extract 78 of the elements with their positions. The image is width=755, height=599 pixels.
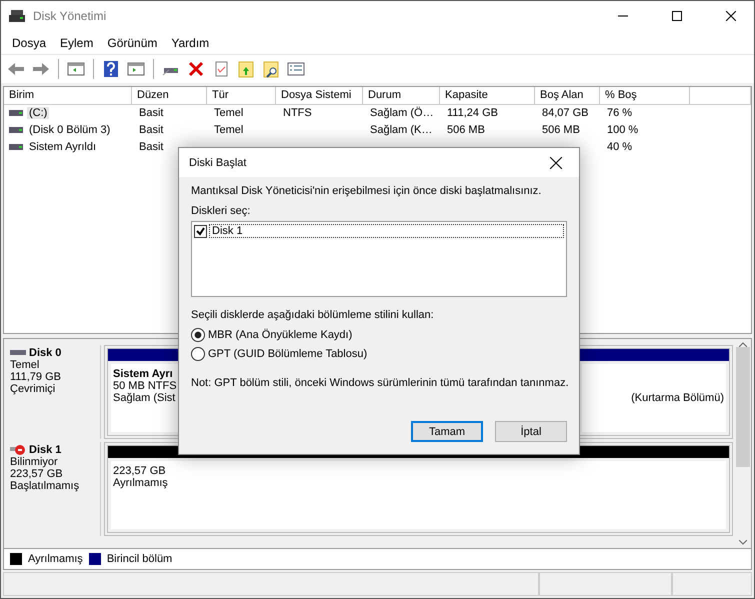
table-cell-text: 506 MB (541, 124, 581, 136)
table-cell-text: Basit (138, 106, 164, 118)
maximize-icon (672, 11, 682, 21)
disk-detail: 223,57 GB (10, 468, 64, 480)
table-cell-text: Basit (138, 140, 164, 152)
column-header[interactable]: Tür (207, 87, 276, 105)
table-cell-text: 84,07 GB (541, 106, 590, 118)
partition-detail: Ayrılmamış (113, 477, 168, 489)
scrollbar-thumb[interactable] (736, 347, 750, 467)
table-cell-text: Temel (213, 124, 244, 136)
table-cell-text: 76 % (606, 106, 634, 118)
drive-icon (9, 144, 23, 150)
column-header[interactable]: Kapasite (440, 87, 535, 105)
checkmark-icon (196, 226, 205, 236)
table-cell: (C:) (27, 106, 50, 118)
menu-item[interactable]: Görünüm (100, 36, 164, 50)
drive-icon (9, 126, 23, 132)
ok-button[interactable]: Tamam (411, 421, 483, 442)
partition-detail: Sistem Ayrı (113, 368, 173, 380)
scroll-up-icon[interactable] (739, 342, 747, 347)
table-cell-text: 100 % (606, 124, 640, 136)
column-header[interactable]: Birim (4, 87, 132, 105)
table-cell-text: Sağlam (K… (369, 124, 434, 136)
list-item[interactable]: Disk 1 (209, 224, 564, 238)
partition-block[interactable]: 223,57 GB Ayrılmamış (107, 445, 730, 533)
table-cell-text: 111,24 GB (446, 106, 499, 118)
disk-management-icon (9, 9, 25, 23)
disk-detail: Çevrimiçi (10, 383, 56, 395)
table-row[interactable]: (C:) Basit Temel NTFS Sağlam (Ö… 111,24 GB 84,07 GB 76 % (4, 104, 751, 121)
cancel-button[interactable]: İptal (495, 421, 567, 442)
dialog-title: Diski Başlat (189, 156, 246, 168)
menu-item[interactable]: Dosya (5, 36, 54, 50)
radio-button[interactable] (191, 328, 205, 342)
menu-item[interactable]: Yardım (164, 36, 216, 50)
menu-item[interactable]: Eylem (53, 36, 100, 50)
style-label: Seçili disklerde aşağıdaki bölümleme stilini kullan: (191, 309, 435, 321)
close-icon (726, 11, 736, 21)
table-row[interactable]: Sistem Ayrıldı Basit 40 % (4, 138, 751, 155)
table-cell-text: NTFS (282, 106, 313, 118)
radio-label[interactable]: MBR (Ana Önyükleme Kaydı) (208, 328, 352, 340)
table-cell-text: 40 % (606, 140, 634, 152)
table-row[interactable]: (Disk 0 Bölüm 3) Basit Temel Sağlam (K… 506 MB 506 MB 100 % (4, 121, 751, 138)
disk-detail: 111,79 GB (10, 371, 62, 383)
table-cell-text: (Disk 0 Bölüm 3) (28, 124, 112, 136)
partition-detail: 50 MB NTFS (113, 380, 177, 392)
disk-name: Disk 0 (10, 347, 96, 359)
dialog-message: Mantıksal Disk Yöneticisi'nin erişebilmesi için önce diski başlatmalısınız. (191, 185, 542, 197)
disk-detail: Temel (10, 359, 40, 371)
scroll-down-icon[interactable] (739, 540, 747, 545)
radio-label[interactable]: GPT (GUID Bölümleme Tablosu) (208, 348, 368, 360)
column-header[interactable]: Boş Alan (535, 87, 600, 105)
disk-detail: Bilinmiyor (10, 456, 59, 468)
partition-block[interactable]: (Kurtarma Bölümü) (578, 348, 730, 436)
scrollbar[interactable] (735, 339, 751, 548)
table-cell-text: Sağlam (Ö… (369, 106, 435, 118)
table-cell-text: Temel (213, 106, 244, 118)
window-title: Disk Yönetimi (33, 9, 108, 23)
disk-error-icon (10, 444, 26, 456)
partition-detail: Sağlam (Sist (113, 392, 176, 404)
close-icon (550, 156, 562, 168)
column-header[interactable]: Dosya Sistemi (276, 87, 363, 105)
disk-detail: Başlatılmamış (10, 480, 80, 492)
column-header[interactable]: Düzen (132, 87, 207, 105)
drive-icon (9, 110, 23, 116)
table-cell-text: Sistem Ayrıldı (28, 140, 98, 152)
legend-label: Birincil bölüm (106, 553, 172, 565)
radio-button[interactable] (191, 346, 205, 360)
checkbox[interactable] (194, 224, 207, 238)
table-cell-text: 506 MB (446, 124, 486, 136)
list-label: Diskleri seç: (191, 205, 252, 217)
partition-detail: 223,57 GB (113, 465, 166, 477)
column-header[interactable]: % Boş (600, 87, 690, 105)
table-cell-text: Basit (138, 124, 164, 136)
partition-detail: (Kurtarma Bölümü) (631, 392, 724, 404)
note-text: Not: GPT bölüm stili, önceki Windows sürümlerinin tümü tarafından tanınmaz. (191, 377, 567, 389)
disk-name: Disk 1 (10, 444, 96, 456)
legend-label: Ayrılmamış (28, 553, 83, 565)
column-header[interactable]: Durum (363, 87, 440, 105)
